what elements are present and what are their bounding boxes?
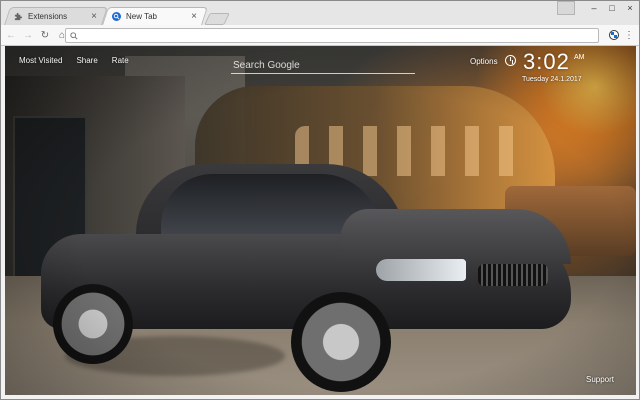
share-link[interactable]: Share (76, 56, 97, 65)
minimize-icon[interactable]: – (585, 1, 603, 15)
options-link[interactable]: Options (470, 57, 498, 66)
top-nav: Most Visited Share Rate (19, 56, 129, 65)
puzzle-icon (13, 11, 23, 21)
profile-button[interactable] (557, 1, 575, 15)
support-link[interactable]: Support (586, 375, 614, 384)
rate-link[interactable]: Rate (112, 56, 129, 65)
new-tab-button[interactable] (204, 13, 230, 25)
tab-new-tab[interactable]: New Tab × (105, 7, 205, 25)
search-icon (68, 31, 80, 40)
clock-icon (505, 55, 516, 66)
most-visited-link[interactable]: Most Visited (19, 56, 62, 65)
maximize-icon[interactable]: □ (603, 1, 621, 15)
back-icon[interactable]: ← (4, 28, 18, 42)
newtab-search-icon (111, 11, 121, 21)
address-input[interactable] (79, 30, 598, 41)
browser-window: Extensions × New Tab × – □ × ← → ↻ ⌂ ⋮ M… (0, 0, 640, 400)
close-tab-icon[interactable]: × (189, 11, 199, 22)
google-search-input[interactable] (231, 57, 419, 74)
clock-ampm: AM (574, 54, 585, 61)
clock-date: Tuesday 24.1.2017 (522, 76, 582, 83)
reload-icon[interactable]: ↻ (38, 28, 52, 42)
tab-title: New Tab (126, 11, 157, 21)
forward-icon[interactable]: → (21, 28, 35, 42)
vignette (5, 46, 636, 395)
bmw-logo-icon[interactable] (609, 30, 619, 40)
google-search-box (231, 55, 419, 74)
close-tab-icon[interactable]: × (89, 11, 99, 22)
window-controls: – □ × (557, 1, 639, 15)
tab-title: Extensions (28, 11, 68, 21)
tab-extensions[interactable]: Extensions × (7, 7, 105, 25)
tab-strip: Extensions × New Tab × – □ × (1, 1, 639, 26)
new-tab-page: Most Visited Share Rate Options 3:02 AM … (5, 46, 636, 395)
menu-icon[interactable]: ⋮ (624, 28, 634, 42)
address-bar[interactable] (65, 28, 599, 43)
window-close-icon[interactable]: × (621, 1, 639, 15)
toolbar: ← → ↻ ⌂ ⋮ (1, 25, 639, 46)
clock-time: 3:02 (523, 49, 570, 74)
